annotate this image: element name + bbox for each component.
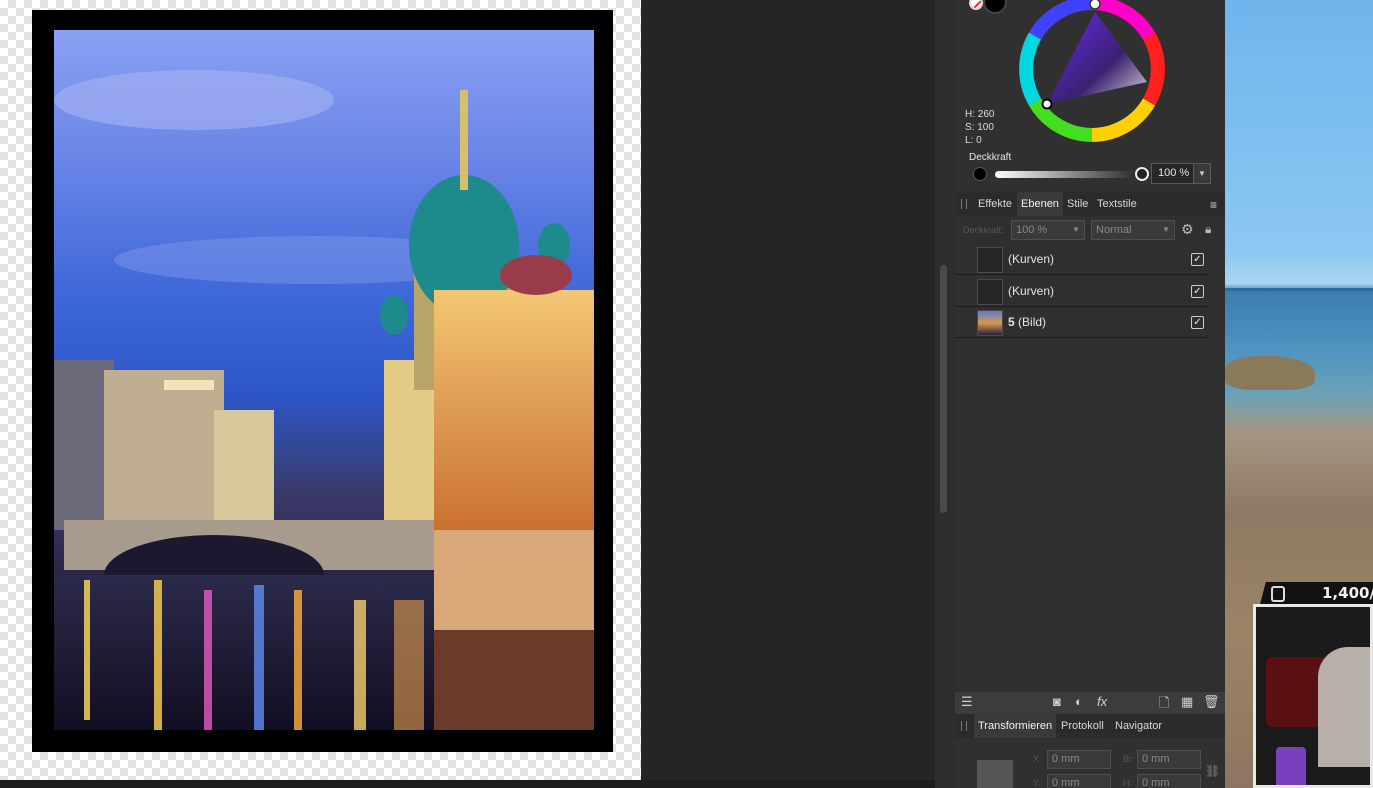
width-input[interactable]: 0 mm xyxy=(1137,750,1201,769)
tab-history[interactable]: Protokoll xyxy=(1057,714,1108,738)
tab-effects[interactable]: Effekte xyxy=(974,192,1016,216)
link-icon[interactable]: ⛓ xyxy=(1205,764,1220,778)
layer-row[interactable]: 5 (Bild) ✓ xyxy=(955,307,1207,338)
x-input[interactable]: 0 mm xyxy=(1047,750,1111,769)
beach-rock xyxy=(1225,356,1315,390)
x-label: X: xyxy=(1033,754,1042,764)
lock-icon[interactable]: 🔒︎ xyxy=(1205,222,1211,237)
berlin-cathedral-photo xyxy=(54,30,594,730)
pixel-layer-icon[interactable]: ▦ xyxy=(1181,694,1193,710)
opacity-dropdown-button[interactable]: ▼ xyxy=(1193,163,1211,184)
no-fill-icon[interactable] xyxy=(969,0,983,10)
transform-panel: X: 0 mm Br: 0 mm Y: 0 mm H: 0 mm ⛓ xyxy=(955,738,1225,788)
blend-mode-value: Normal xyxy=(1096,224,1132,236)
layers-list: (Kurven) ✓ (Kurven) ✓ 5 (Bild) ✓ xyxy=(955,244,1225,692)
opacity-label: Deckkraft xyxy=(969,152,1012,163)
layer-controls: Deckkraft: 100 % ▼ Normal ▼ ⚙ 🔒︎ xyxy=(955,216,1225,244)
black-swatch-icon[interactable] xyxy=(983,0,1007,14)
mask-icon[interactable]: ◙ xyxy=(1053,694,1061,709)
chevron-down-icon: ▼ xyxy=(1162,225,1170,234)
app-window: H: 260 S: 100 L: 0 Deckkraft 100 % ▼ Eff… xyxy=(0,0,1373,788)
layer-row[interactable]: (Kurven) ✓ xyxy=(955,276,1207,307)
layers-tab-bar: Effekte Ebenen Stile Textstile ≡ xyxy=(955,192,1225,216)
layer-opacity-select[interactable]: 100 % ▼ xyxy=(1011,220,1085,240)
grunge-frame xyxy=(32,10,613,752)
height-label: H: xyxy=(1123,778,1132,788)
opacity-slider-handle[interactable] xyxy=(1135,167,1149,181)
panel-menu-icon[interactable]: ≡ xyxy=(1210,198,1217,212)
blend-mode-select[interactable]: Normal ▼ xyxy=(1091,220,1175,240)
photo-illustration xyxy=(54,70,594,730)
opacity-input[interactable]: 100 % xyxy=(1151,163,1199,184)
layer-name: (Kurven) xyxy=(1008,252,1055,266)
checkbox-icon[interactable]: ✓ xyxy=(1191,253,1204,266)
hue-value: H: 260 xyxy=(965,109,995,120)
webcam-person xyxy=(1318,647,1370,767)
opacity-color-dot xyxy=(973,167,987,181)
webcam-red-device xyxy=(1266,657,1326,727)
layer-name: (Kurven) xyxy=(1008,284,1055,298)
hsl-readout: H: 260 S: 100 L: 0 xyxy=(965,108,994,147)
opacity-slider[interactable] xyxy=(995,171,1143,178)
counter-icon xyxy=(1271,586,1285,602)
lightness-value: L: 0 xyxy=(965,135,982,146)
trash-icon[interactable]: 🗑︎ xyxy=(1203,694,1220,710)
webcam-cup xyxy=(1276,747,1306,785)
width-label: Br: xyxy=(1123,754,1135,764)
checkbox-icon[interactable]: ✓ xyxy=(1191,285,1204,298)
canvas-scrollbar-horizontal[interactable] xyxy=(0,780,935,788)
anchor-grid-icon[interactable] xyxy=(977,760,1013,788)
adjustment-icon[interactable]: ◐ xyxy=(1075,694,1083,709)
layer-name: 5 (Bild) xyxy=(1008,315,1047,329)
checkbox-icon[interactable]: ✓ xyxy=(1191,316,1204,329)
color-wheel-icon[interactable] xyxy=(1017,0,1167,144)
height-input[interactable]: 0 mm xyxy=(1137,774,1201,788)
saturation-value: S: 100 xyxy=(965,122,994,133)
layers-toolbar: ☰ ◙ ◐ fx 🗋︎ ▦ 🗑︎ xyxy=(955,692,1225,714)
transform-tab-bar: Transformieren Protokoll Navigator xyxy=(955,714,1225,738)
color-panel: H: 260 S: 100 L: 0 Deckkraft 100 % ▼ xyxy=(955,0,1225,192)
new-layer-icon[interactable]: 🗋︎ xyxy=(1159,694,1169,716)
counter-text: 1,400/ xyxy=(1322,584,1373,602)
chevron-down-icon: ▼ xyxy=(1072,225,1080,234)
layer-row[interactable]: (Kurven) ✓ xyxy=(955,244,1207,275)
panel-grip-icon[interactable] xyxy=(961,721,967,731)
panel-grip-icon[interactable] xyxy=(961,199,967,209)
tab-transform[interactable]: Transformieren xyxy=(974,714,1057,738)
gear-icon[interactable]: ⚙ xyxy=(1181,221,1194,238)
fx-icon[interactable]: fx xyxy=(1097,694,1107,709)
y-input[interactable]: 0 mm xyxy=(1047,774,1111,788)
webcam-feed xyxy=(1253,604,1373,788)
panel-scrollbar[interactable] xyxy=(940,265,947,513)
horizon-line xyxy=(1225,288,1373,291)
layer-thumbnail xyxy=(977,310,1003,336)
tab-text-styles[interactable]: Textstile xyxy=(1093,192,1141,216)
layer-opacity-label: Deckkraft: xyxy=(963,225,1004,235)
tab-styles[interactable]: Stile xyxy=(1063,192,1092,216)
layers-icon[interactable]: ☰ xyxy=(961,694,973,710)
y-label: Y: xyxy=(1033,778,1042,788)
layer-opacity-value: 100 % xyxy=(1016,224,1048,236)
document-canvas[interactable] xyxy=(0,0,935,788)
tab-navigator[interactable]: Navigator xyxy=(1111,714,1166,738)
tab-layers[interactable]: Ebenen xyxy=(1017,192,1063,216)
layer-thumbnail xyxy=(977,279,1003,305)
layer-thumbnail xyxy=(977,247,1003,273)
